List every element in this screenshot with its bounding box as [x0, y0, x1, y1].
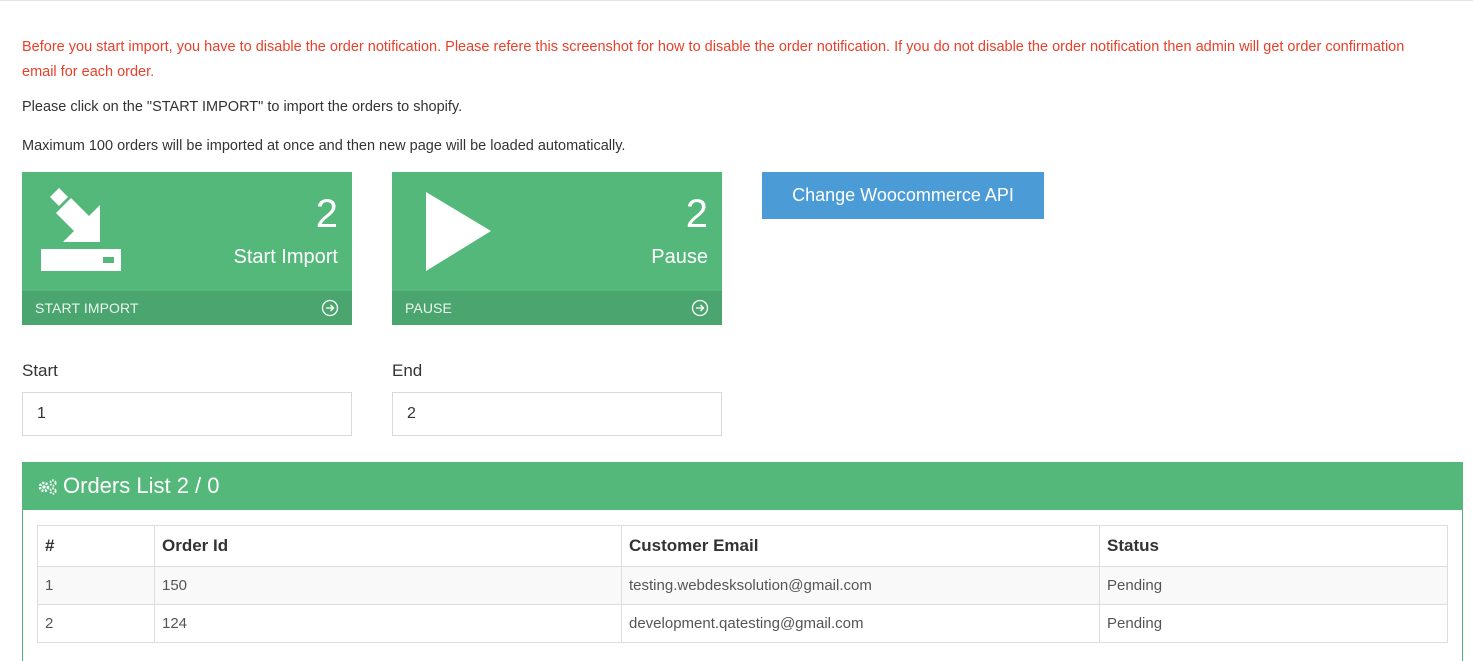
- end-field-label: End: [392, 361, 423, 380]
- import-instructions: Please click on the "START IMPORT" to im…: [22, 99, 463, 115]
- start-input[interactable]: [22, 392, 352, 436]
- change-woocommerce-api-button[interactable]: Change Woocommerce API: [762, 172, 1044, 219]
- pause-label: Pause: [651, 246, 708, 268]
- start-field-label: Start: [22, 361, 58, 380]
- order-id: 150: [154, 566, 622, 605]
- table-header-row: # Order Id Customer Email Status: [37, 525, 1448, 567]
- column-header: Order Id: [154, 525, 622, 567]
- pause-tile[interactable]: 2 Pause PAUSE: [392, 172, 722, 325]
- column-header: #: [37, 525, 155, 567]
- row-number: 1: [37, 566, 155, 605]
- orders-list-panel: Orders List 2 / 0 # Order Id Customer Em…: [22, 462, 1463, 661]
- cogs-icon: [38, 479, 57, 495]
- play-icon: [426, 192, 491, 271]
- order-status: Pending: [1099, 604, 1448, 643]
- pause-footer[interactable]: PAUSE: [392, 291, 722, 325]
- pause-count: 2: [685, 192, 708, 236]
- start-import-label: Start Import: [233, 246, 338, 268]
- column-header: Customer Email: [621, 525, 1100, 567]
- row-number: 2: [37, 604, 155, 643]
- orders-list-header: Orders List 2 / 0: [23, 463, 1462, 510]
- table-row: 2 124 development.qatesting@gmail.com Pe…: [37, 604, 1448, 643]
- pause-footer-label: PAUSE: [405, 300, 452, 316]
- start-import-footer-label: START IMPORT: [35, 300, 139, 316]
- start-import-count: 2: [315, 192, 338, 236]
- table-row: 1 150 testing.webdesksolution@gmail.com …: [37, 566, 1448, 605]
- notification-warning: Before you start import, you have to dis…: [22, 39, 1405, 80]
- arrow-circle-right-icon: [321, 299, 339, 317]
- orders-list-title: Orders List 2 / 0: [63, 473, 220, 498]
- end-input[interactable]: [392, 392, 722, 436]
- top-divider: [0, 0, 1473, 1]
- column-header: Status: [1099, 525, 1448, 567]
- import-limit-note: Maximum 100 orders will be imported at o…: [22, 138, 626, 154]
- order-status: Pending: [1099, 566, 1448, 605]
- customer-email: testing.webdesksolution@gmail.com: [621, 566, 1100, 605]
- order-id: 124: [154, 604, 622, 643]
- arrow-circle-right-icon: [691, 299, 709, 317]
- orders-table: # Order Id Customer Email Status 1 150 t…: [37, 525, 1448, 643]
- download-arrow-icon: [41, 188, 121, 271]
- customer-email: development.qatesting@gmail.com: [621, 604, 1100, 643]
- start-import-tile[interactable]: 2 Start Import START IMPORT: [22, 172, 352, 325]
- start-import-footer[interactable]: START IMPORT: [22, 291, 352, 325]
